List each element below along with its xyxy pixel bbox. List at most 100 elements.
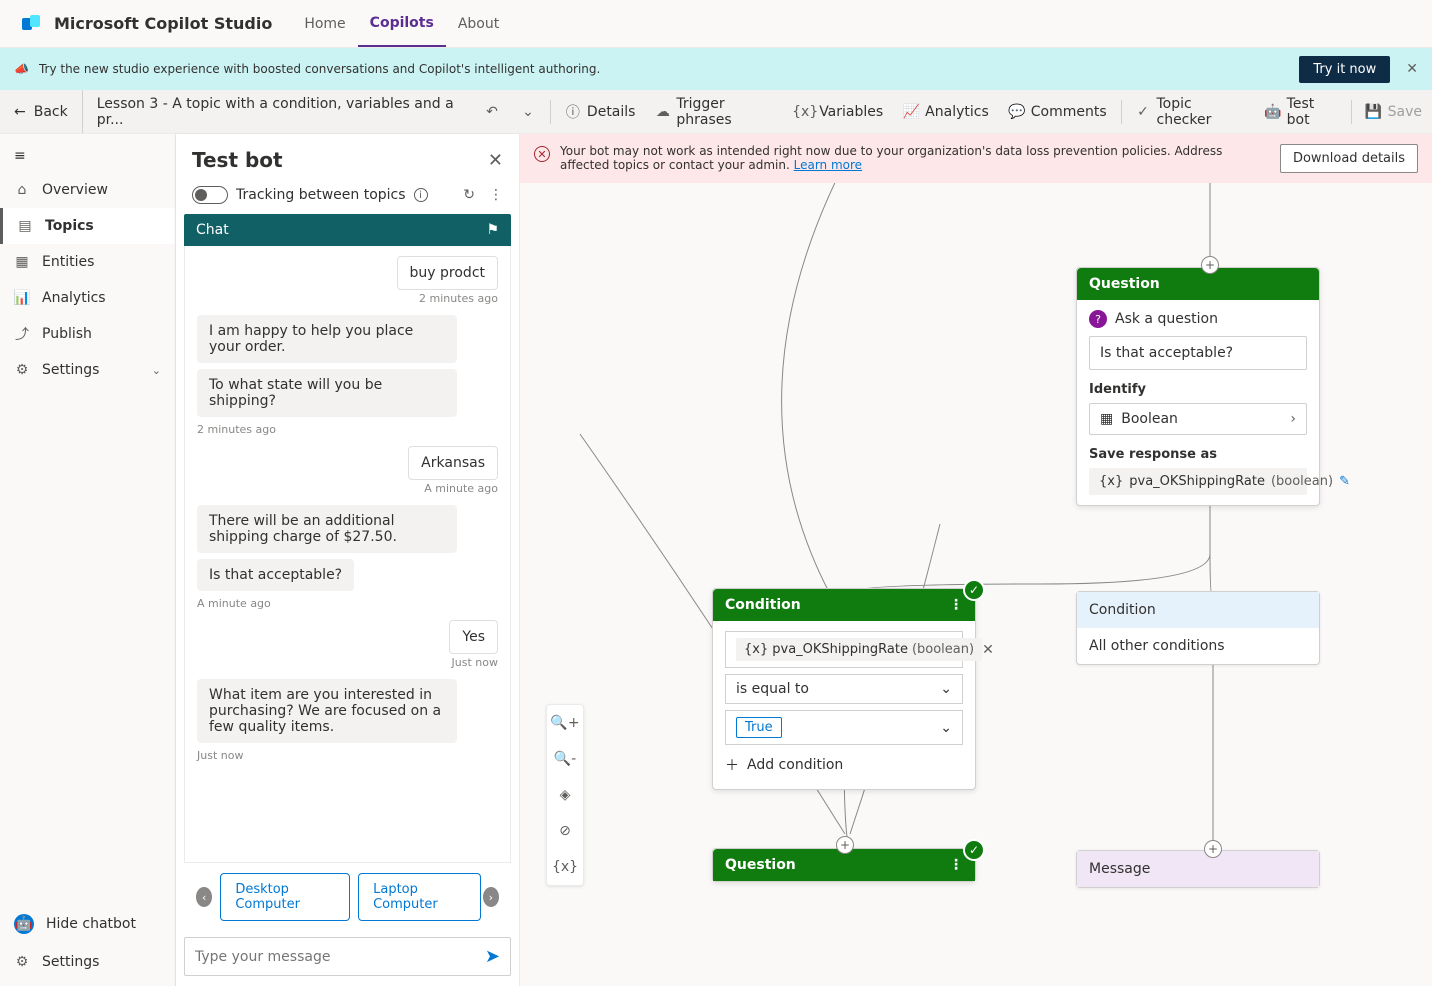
add-node-button[interactable]: + [1201,256,1219,274]
condition-other-node[interactable]: Condition All other conditions [1076,591,1320,665]
bot-message: There will be an additional shipping cha… [197,505,457,553]
comment-icon: 💬 [1009,104,1025,120]
megaphone-icon: 📣 [14,62,29,76]
bot-message: What item are you interested in purchasi… [197,679,457,743]
zoom-reset-button[interactable]: ⊘ [547,813,583,849]
bot-message: I am happy to help you place your order. [197,315,457,363]
node-menu-icon[interactable]: ⋮ [949,857,963,873]
analytics-button[interactable]: 📈Analytics [893,90,999,133]
topic-checker-button[interactable]: ✓Topic checker [1126,90,1255,133]
trigger-phrases-button[interactable]: ☁Trigger phrases [645,90,787,133]
refresh-icon[interactable]: ↻ [463,187,475,203]
chip-laptop[interactable]: Laptop Computer [358,873,481,921]
msg-timestamp: A minute ago [197,482,498,495]
msg-timestamp: 2 minutes ago [197,292,498,305]
add-node-button[interactable]: + [836,836,854,854]
node-menu-icon[interactable]: ⋮ [949,597,963,613]
chip-next-button[interactable]: › [483,887,499,907]
identify-select[interactable]: ▦Boolean› [1089,403,1307,435]
chevron-right-icon: › [1290,411,1296,427]
hide-chatbot-button[interactable]: 🤖Hide chatbot [0,904,176,944]
banner-text: Try the new studio experience with boost… [39,62,600,76]
try-banner: 📣 Try the new studio experience with boo… [0,48,1432,90]
variable-pill[interactable]: {x}pva_OKShippingRate(boolean)✎ [1089,468,1307,495]
user-message: Yes [449,620,498,654]
save-icon: 💾 [1366,104,1382,120]
hamburger-icon: ≡ [14,148,26,164]
send-icon[interactable]: ➤ [485,946,500,967]
test-bot-button[interactable]: 🤖Test bot [1255,90,1347,133]
rail-collapse-button[interactable]: ≡ [0,140,175,172]
condition-variable[interactable]: {x}pva_OKShippingRate(boolean) ✕ [725,631,963,668]
learn-more-link[interactable]: Learn more [794,158,862,172]
comments-button[interactable]: 💬Comments [999,90,1117,133]
zoom-in-button[interactable]: 🔍+ [547,705,583,741]
add-node-button[interactable]: + [1204,840,1222,858]
chevron-down-icon: ⌄ [940,720,952,736]
warning-banner: ✕ Your bot may not work as intended righ… [520,134,1432,183]
back-button[interactable]: ← Back [0,104,82,120]
save-button[interactable]: 💾Save [1356,90,1432,133]
condition-node[interactable]: ✓ Condition⋮ {x}pva_OKShippingRate(boole… [712,588,976,790]
app-logo-icon [20,12,44,36]
chatbot-icon: 🤖 [14,914,34,934]
nav-about[interactable]: About [446,2,511,46]
chat-input[interactable] [195,949,485,965]
msg-timestamp: 2 minutes ago [197,423,498,436]
back-label: Back [34,104,68,120]
close-panel-icon[interactable]: ✕ [488,150,503,171]
message-node[interactable]: Message [1076,850,1320,888]
details-button[interactable]: ⓘDetails [555,90,646,133]
topics-icon: ▤ [17,218,33,234]
sidebar-item-overview[interactable]: ⌂Overview [0,172,175,208]
add-condition-button[interactable]: ＋Add condition [725,751,963,779]
msg-timestamp: Just now [197,656,498,669]
banner-close-icon[interactable]: ✕ [1406,61,1418,77]
download-details-button[interactable]: Download details [1280,144,1418,173]
info-icon[interactable]: i [414,188,428,202]
chat-input-wrap: ➤ [184,937,511,976]
message-head: Message [1077,851,1319,887]
nav-copilots[interactable]: Copilots [358,1,446,47]
sidebar-item-publish[interactable]: ⤴Publish [0,316,175,352]
bot-message: To what state will you be shipping? [197,369,457,417]
sidebar-item-topics[interactable]: ▤Topics [0,208,175,244]
nav-home[interactable]: Home [292,2,357,46]
condition-operator[interactable]: is equal to⌄ [725,674,963,704]
user-message: buy prodct [397,256,498,290]
condition-value[interactable]: True⌄ [725,710,963,745]
left-rail: ≡ ⌂Overview ▤Topics ▦Entities 📊Analytics… [0,134,176,986]
suggestion-chips: ‹ Desktop Computer Laptop Computer › [184,863,511,931]
sidebar-item-analytics[interactable]: 📊Analytics [0,280,175,316]
undo-button[interactable]: ↶ [474,90,510,133]
chip-desktop[interactable]: Desktop Computer [220,873,350,921]
redo-dropdown[interactable]: ⌄ [510,90,546,133]
tracking-toggle[interactable] [192,186,228,204]
chart-icon: 📊 [14,290,30,306]
question-node[interactable]: Question ?Ask a question Is that accepta… [1076,267,1320,506]
variable-panel-button[interactable]: {x} [547,849,583,885]
checker-icon: ✓ [1136,104,1151,120]
clear-icon[interactable]: ✕ [982,642,994,658]
try-now-button[interactable]: Try it now [1299,56,1390,83]
gear-icon: ⚙ [14,362,30,378]
zoom-fit-button[interactable]: ◈ [547,777,583,813]
sidebar-item-settings-bottom[interactable]: ⚙Settings [0,944,176,980]
more-icon[interactable]: ⋮ [489,187,503,203]
variable-icon: {x} [797,104,813,120]
chat-body[interactable]: buy prodct 2 minutes ago I am happy to h… [184,246,511,863]
msg-timestamp: Just now [197,749,498,762]
flag-icon[interactable]: ⚑ [486,222,499,238]
edit-icon[interactable]: ✎ [1339,474,1350,489]
variables-button[interactable]: {x}Variables [787,90,893,133]
question-text[interactable]: Is that acceptable? [1089,336,1307,370]
authoring-canvas[interactable]: ✕ Your bot may not work as intended righ… [520,134,1432,986]
sidebar-item-settings[interactable]: ⚙Settings⌄ [0,352,175,388]
tracking-label: Tracking between topics [236,187,406,203]
plus-icon: ＋ [725,755,739,775]
zoom-out-button[interactable]: 🔍- [547,741,583,777]
sidebar-item-entities[interactable]: ▦Entities [0,244,175,280]
variable-icon: {x} [1099,474,1123,489]
chip-prev-button[interactable]: ‹ [196,887,212,907]
trigger-icon: ☁ [655,104,670,120]
